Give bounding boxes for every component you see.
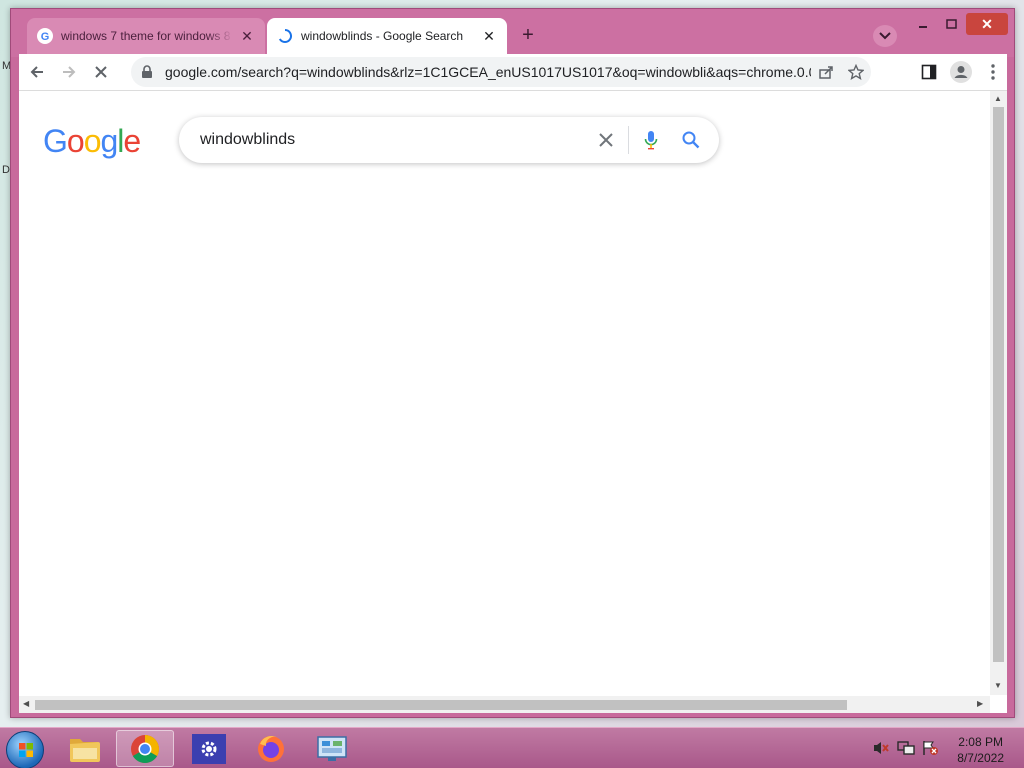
loading-spinner-icon	[277, 28, 293, 44]
search-magnifier-icon[interactable]	[671, 120, 711, 160]
svg-text:G: G	[41, 31, 50, 43]
vertical-scroll-thumb[interactable]	[993, 107, 1004, 662]
google-favicon-icon: G	[37, 28, 53, 44]
logo-letter: o	[83, 123, 102, 159]
tab-title: windowblinds - Google Search	[301, 29, 464, 43]
stop-loading-button[interactable]	[85, 56, 117, 88]
new-tab-button[interactable]: +	[517, 25, 539, 47]
search-input[interactable]: windowblinds	[200, 131, 586, 149]
back-button[interactable]	[21, 56, 53, 88]
lock-icon	[141, 65, 157, 79]
tab-windows7-theme[interactable]: G windows 7 theme for windows 8 ✕	[27, 18, 265, 54]
logo-letter: G	[43, 123, 68, 159]
system-clock[interactable]: 2:08 PM 8/7/2022	[957, 734, 1004, 766]
profile-button[interactable]	[945, 56, 977, 88]
menu-button[interactable]	[977, 56, 1009, 88]
maximize-button[interactable]	[937, 13, 965, 35]
page-viewport: Google windowblinds ▲ ▼ ◀ ▶	[19, 91, 1007, 713]
profile-avatar-icon	[950, 61, 972, 83]
tab-search-button[interactable]	[873, 25, 897, 47]
firefox-icon	[258, 735, 284, 762]
share-icon[interactable]	[811, 64, 841, 80]
forward-arrow-icon	[63, 66, 76, 78]
taskbar-file-explorer[interactable]	[56, 730, 114, 767]
tab-close-icon[interactable]: ✕	[239, 28, 255, 44]
scroll-right-arrow-icon[interactable]: ▶	[977, 699, 983, 708]
address-bar[interactable]: google.com/search?q=windowblinds&rlz=1C1…	[131, 57, 871, 87]
side-panel-icon	[921, 64, 937, 80]
search-box[interactable]: windowblinds	[179, 117, 719, 163]
browser-toolbar: google.com/search?q=windowblinds&rlz=1C1…	[19, 54, 1007, 91]
clock-date: 8/7/2022	[957, 751, 1004, 765]
back-arrow-icon	[30, 66, 43, 78]
settings-gear-icon	[201, 741, 217, 756]
taskbar-control-panel[interactable]	[303, 730, 361, 767]
taskbar-chrome[interactable]	[116, 730, 174, 767]
url-text: google.com/search?q=windowblinds&rlz=1C1…	[165, 64, 811, 80]
logo-letter: o	[66, 123, 85, 159]
forward-button[interactable]	[53, 56, 85, 88]
horizontal-scroll-thumb[interactable]	[35, 700, 847, 710]
desktop-icon-label-fragment: D	[2, 164, 10, 176]
horizontal-scrollbar[interactable]: ◀ ▶	[19, 696, 990, 713]
browser-window: G windows 7 theme for windows 8 ✕ window…	[10, 8, 1015, 718]
taskbar: 2:08 PM 8/7/2022	[0, 727, 1024, 768]
taskbar-settings[interactable]	[180, 730, 238, 767]
volume-muted-icon[interactable]	[872, 740, 890, 756]
tab-windowblinds-search[interactable]: windowblinds - Google Search ✕	[267, 18, 507, 54]
chrome-icon	[131, 734, 159, 763]
chevron-down-icon	[879, 32, 891, 40]
taskbar-firefox[interactable]	[242, 730, 300, 767]
clear-search-icon[interactable]	[586, 120, 626, 160]
scroll-up-arrow-icon[interactable]: ▲	[994, 94, 1002, 103]
clock-time: 2:08 PM	[958, 735, 1003, 749]
logo-letter: e	[123, 123, 141, 159]
control-panel-icon	[317, 735, 347, 761]
stop-x-icon	[95, 66, 107, 78]
close-window-button[interactable]: ✕	[966, 13, 1008, 35]
bookmark-star-icon[interactable]	[841, 64, 871, 80]
voice-search-mic-icon[interactable]	[631, 120, 671, 160]
tab-title: windows 7 theme for windows 8	[61, 29, 231, 43]
start-orb-icon[interactable]	[6, 731, 44, 768]
side-panel-button[interactable]	[913, 56, 945, 88]
google-logo[interactable]: Google	[43, 123, 141, 160]
logo-letter: g	[100, 123, 118, 159]
tab-close-icon[interactable]: ✕	[481, 28, 497, 44]
action-center-flag-icon[interactable]	[921, 740, 939, 756]
file-explorer-icon	[70, 738, 100, 762]
kebab-menu-icon	[991, 64, 995, 80]
search-divider	[628, 126, 629, 154]
minimize-button[interactable]	[909, 13, 937, 35]
scroll-left-arrow-icon[interactable]: ◀	[23, 699, 29, 708]
scroll-down-arrow-icon[interactable]: ▼	[994, 681, 1002, 690]
network-icon[interactable]	[897, 740, 915, 756]
vertical-scrollbar[interactable]: ▲ ▼	[990, 91, 1007, 695]
title-bar: G windows 7 theme for windows 8 ✕ window…	[11, 9, 1014, 57]
